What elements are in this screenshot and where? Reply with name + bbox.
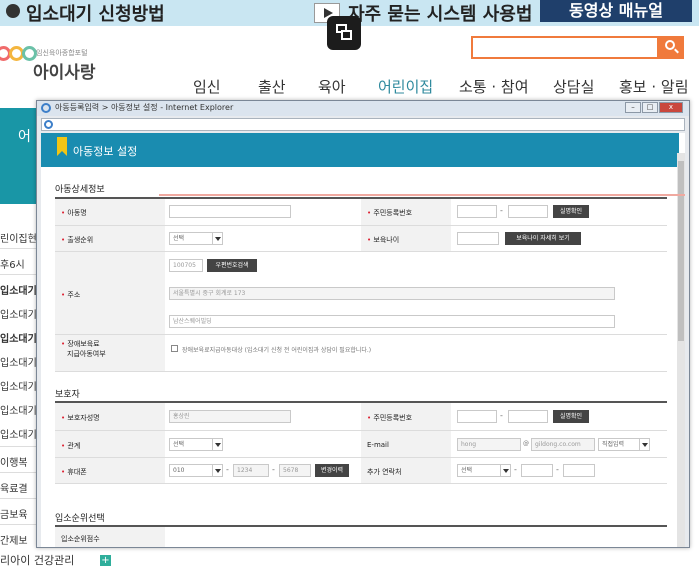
disability-checkbox[interactable] — [171, 345, 178, 352]
chevron-down-icon — [500, 465, 510, 476]
logo-name[interactable]: 아이사랑 — [33, 58, 96, 83]
chevron-down-icon — [212, 439, 222, 450]
sidebar-item[interactable]: 간제보 — [0, 532, 36, 547]
sidebar-header: 어 — [0, 108, 36, 204]
popup-header: 아동정보 설정 — [41, 133, 679, 167]
popup-title: 아동정보 설정 — [73, 145, 138, 158]
sidebar-item[interactable]: 입소대기 — [0, 402, 36, 417]
extra-contact-last-input[interactable] — [563, 464, 595, 477]
search-button[interactable] — [659, 36, 684, 59]
care-age-detail-button[interactable]: 보육나이 자세히 보기 — [505, 232, 581, 245]
sidebar-item[interactable]: 육료결 — [0, 480, 36, 495]
nav-birth[interactable]: 출산 — [258, 76, 286, 97]
child-name-label: • 아동명 — [61, 209, 87, 217]
guardian-verify-button[interactable]: 실명확인 — [553, 410, 589, 423]
window-titlebar[interactable]: 아동등록입력 > 아동정보 설정 - Internet Explorer – □… — [37, 101, 689, 116]
guardian-rrn-back-input[interactable] — [508, 410, 548, 423]
email-id-input[interactable]: hong — [457, 438, 521, 451]
sidebar-item[interactable]: 입소대기 — [0, 306, 36, 321]
scrollbar-thumb[interactable] — [678, 161, 684, 341]
guardian-name-label: • 보호자성명 — [61, 414, 100, 422]
birth-order-label: • 출생순위 — [61, 236, 94, 244]
phone-prefix-select[interactable]: 010 — [169, 464, 223, 477]
care-age-label: • 보육나이 — [367, 236, 400, 244]
popup-window: 아동등록입력 > 아동정보 설정 - Internet Explorer – □… — [36, 100, 690, 548]
child-rrn-back-input[interactable] — [508, 205, 548, 218]
guardian-section-title: 보호자 — [55, 390, 80, 400]
extra-contact-select[interactable]: 선택 — [457, 464, 511, 477]
popup-content: 아동정보 설정 아동상세정보 • 아동명 • 주민등록번호 - 실명확인 • 출… — [41, 133, 685, 547]
address-bar[interactable] — [41, 118, 685, 131]
child-name-input[interactable] — [169, 205, 291, 218]
sidebar-item[interactable]: 입소대기 — [0, 354, 36, 369]
address-line2-input[interactable]: 남산스퀘어빌딩 — [169, 315, 615, 328]
extra-contact-label: 추가 연락처 — [367, 468, 402, 476]
address-line1-input[interactable]: 서울특별시 중구 회계로 173 — [169, 287, 615, 300]
vertical-scrollbar[interactable] — [677, 153, 685, 547]
email-domain-select[interactable]: 직접입력 — [598, 438, 650, 451]
child-rrn-label: • 주민등록번호 — [367, 209, 413, 217]
guardian-rrn-label: • 주민등록번호 — [367, 414, 413, 422]
picture-in-picture-button[interactable] — [327, 16, 361, 50]
child-section-title: 아동상세정보 — [55, 185, 105, 195]
phone-last-input[interactable]: 5678 — [279, 464, 311, 477]
red-underline — [159, 194, 685, 196]
child-verify-button[interactable]: 실명확인 — [553, 205, 589, 218]
email-domain-input[interactable]: gildong.co.com — [531, 438, 595, 451]
chevron-down-icon — [212, 465, 222, 476]
search-input[interactable] — [471, 36, 659, 59]
child-rrn-front-input[interactable] — [457, 205, 497, 218]
nav-daycare[interactable]: 어린이집 — [378, 76, 433, 97]
sidebar-item[interactable]: 린이집현 — [0, 230, 36, 245]
email-label: E-mail — [367, 441, 389, 449]
postcode-input[interactable]: 100705 — [169, 259, 203, 272]
video-manual-label: 동영상 매뉴얼 — [540, 0, 692, 22]
sidebar-bottom-item[interactable]: 리아이 건강관리 — [0, 552, 74, 568]
close-button[interactable]: x — [659, 102, 683, 113]
bullet-icon — [6, 4, 20, 18]
logo-subtitle: 임신육아종합포털 — [36, 49, 88, 57]
disability-note: 장애보육료지급아동대상 (입소대기 신청 전 어린이집과 상담이 필요합니다.) — [182, 347, 372, 354]
plus-icon[interactable]: + — [100, 555, 111, 566]
sidebar-item[interactable]: 금보육 — [0, 506, 36, 521]
sidebar-item[interactable]: 후6시 — [0, 256, 36, 271]
ie-icon — [41, 103, 51, 113]
chevron-down-icon — [212, 233, 222, 244]
bookmark-icon — [57, 137, 67, 156]
banner-left-title: 입소대기 신청방법 — [26, 4, 165, 25]
phone-history-button[interactable]: 변경이력 — [315, 464, 349, 477]
postcode-search-button[interactable]: 우편번호검색 — [207, 259, 257, 272]
priority-section-title: 입소순위선택 — [55, 514, 105, 524]
guardian-rrn-front-input[interactable] — [457, 410, 497, 423]
relation-select[interactable]: 선택 — [169, 438, 223, 451]
guardian-name-input[interactable]: 홍상린 — [169, 410, 291, 423]
phone-label: • 휴대폰 — [61, 468, 87, 476]
care-age-input[interactable] — [457, 232, 499, 245]
nav-notice[interactable]: 홍보 · 알림 — [619, 76, 689, 97]
relation-label: • 관계 — [61, 442, 81, 450]
extra-contact-mid-input[interactable] — [521, 464, 553, 477]
chevron-down-icon — [639, 439, 649, 450]
sidebar-item[interactable]: 입소대기 — [0, 282, 36, 297]
sidebar-item[interactable]: 이행복 — [0, 454, 36, 469]
window-title: 아동등록입력 > 아동정보 설정 - Internet Explorer — [55, 103, 234, 112]
address-label: • 주소 — [61, 291, 81, 299]
sidebar-item[interactable]: 입소대기 — [0, 426, 36, 441]
ie-icon — [44, 120, 53, 129]
disability-label-2: 지급아동여부 — [67, 350, 106, 358]
birth-order-select[interactable]: 선택 — [169, 232, 223, 245]
phone-mid-input[interactable]: 1234 — [233, 464, 269, 477]
priority-score-label: 입소순위점수 — [61, 535, 100, 543]
disability-label: • 장애보육료 — [61, 340, 100, 348]
minimize-button[interactable]: – — [625, 102, 641, 113]
maximize-button[interactable]: □ — [642, 102, 658, 113]
nav-community[interactable]: 소통 · 참여 — [459, 76, 529, 97]
nav-counseling[interactable]: 상담실 — [553, 76, 594, 97]
banner-faq-title: 자주 묻는 시스템 사용법 — [348, 4, 533, 25]
sidebar-item[interactable]: 입소대기 — [0, 378, 36, 393]
nav-parenting[interactable]: 육아 — [318, 76, 346, 97]
sidebar-item[interactable]: 입소대기 — [0, 330, 36, 345]
nav-pregnancy[interactable]: 임신 — [193, 76, 221, 97]
